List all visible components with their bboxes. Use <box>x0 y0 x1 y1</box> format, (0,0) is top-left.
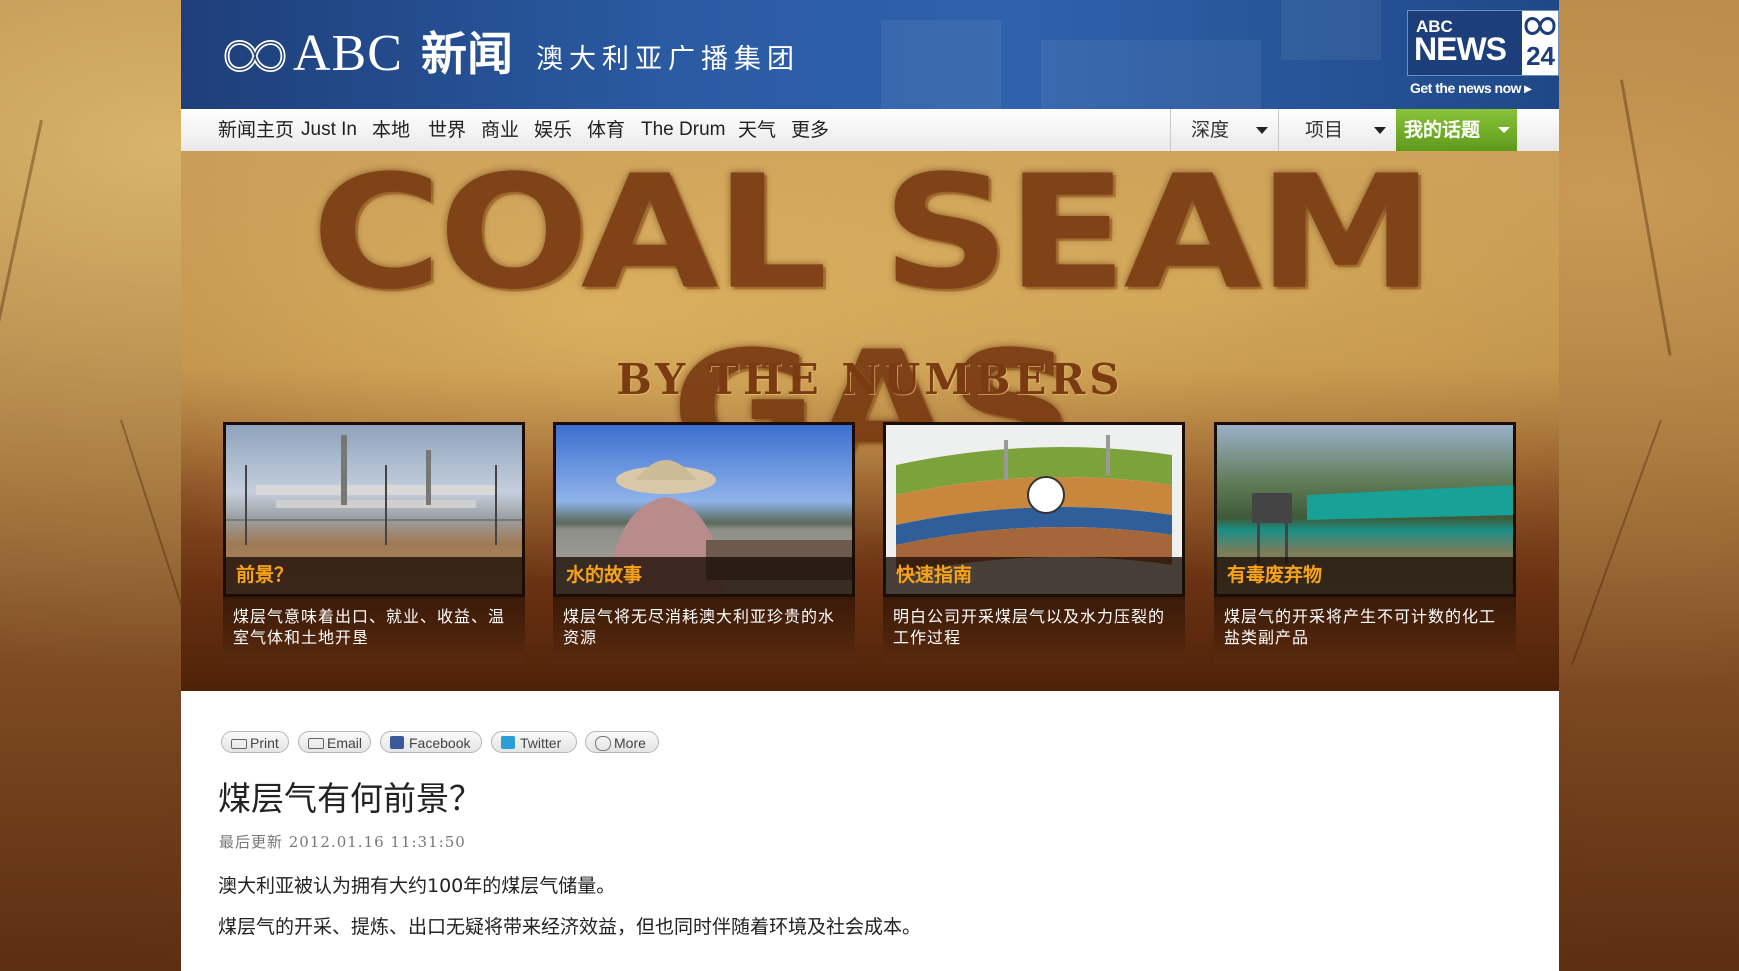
get-news-link[interactable]: Get the news now ▸ <box>1410 80 1531 97</box>
nav-more[interactable]: 更多 <box>791 118 829 142</box>
article-title: 煤层气有何前景？ <box>218 779 482 818</box>
twitter-icon <box>501 736 515 749</box>
more-share-button[interactable]: More <box>585 731 659 753</box>
nav-dropdown-depth-label: 深度 <box>1191 119 1230 141</box>
news24-news: NEWS <box>1414 31 1507 67</box>
facebook-button[interactable]: Facebook <box>380 731 482 753</box>
print-button[interactable]: Print <box>221 731 289 753</box>
page: ABC 新闻 澳大利亚广播集团 ABC NEWS 24 Get the news… <box>181 0 1559 971</box>
nav-the-drum[interactable]: The Drum <box>641 118 725 142</box>
news24-number: 24 <box>1526 41 1555 71</box>
card-description: 煤层气将无尽消耗澳大利亚珍贵的水资源 <box>563 607 836 647</box>
nav-dropdown-depth[interactable]: 深度 <box>1170 109 1278 151</box>
nav-local[interactable]: 本地 <box>372 118 410 142</box>
card-label: 前景？ <box>236 564 294 586</box>
feature-card-prospects[interactable]: 前景？ 煤层气意味着出口、就业、收益、温室气体和土地开垦 <box>223 422 525 664</box>
feature-banner: COAL SEAM GAS BY THE NUMBERS 前景？ 煤层气意味着出… <box>181 151 1559 691</box>
article-paragraph: 煤层气的开采、提炼、出口无疑将带来经济效益，但也同时伴随着环境及社会成本。 <box>218 916 922 938</box>
nav-world[interactable]: 世界 <box>428 118 466 142</box>
card-description: 煤层气意味着出口、就业、收益、温室气体和土地开垦 <box>233 607 506 647</box>
share-icon <box>595 736 611 751</box>
nav-home[interactable]: 新闻主页 <box>218 118 294 142</box>
card-label: 水的故事 <box>566 564 643 586</box>
last-updated: 最后更新 2012.01.16 11:31:50 <box>219 833 466 851</box>
site-header: ABC 新闻 澳大利亚广播集团 ABC NEWS 24 Get the news… <box>181 0 1559 109</box>
twitter-button[interactable]: Twitter <box>491 731 577 753</box>
my-topics-button[interactable]: 我的话题 <box>1396 109 1517 151</box>
feature-card-toxic-waste[interactable]: 有毒废弃物 煤层气的开采将产生不可计数的化工盐类副产品 <box>1214 422 1516 664</box>
feature-card-quick-guide[interactable]: 快速指南 明白公司开采煤层气以及水力压裂的工作过程 <box>883 422 1185 664</box>
feature-card-water[interactable]: 水的故事 煤层气将无尽消耗澳大利亚珍贵的水资源 <box>553 422 855 664</box>
nav-sport[interactable]: 体育 <box>587 118 625 142</box>
facebook-icon <box>390 736 404 749</box>
printer-icon <box>231 739 247 749</box>
nav-just-in[interactable]: Just In <box>301 118 357 142</box>
brand-news-cn[interactable]: 新闻 <box>421 22 513 86</box>
nav-business[interactable]: 商业 <box>481 118 519 142</box>
card-label: 有毒废弃物 <box>1227 564 1323 586</box>
banner-subtitle: BY THE NUMBERS <box>616 355 1124 404</box>
news24-logo[interactable]: ABC NEWS 24 <box>1407 10 1559 76</box>
chevron-down-icon <box>1374 127 1386 134</box>
chevron-down-icon <box>1498 127 1510 133</box>
nav-dropdown-programs[interactable]: 项目 <box>1278 109 1396 151</box>
main-nav: 新闻主页 Just In 本地 世界 商业 娱乐 体育 The Drum 天气 … <box>181 109 1559 152</box>
article-content: Print Email Facebook Twitter More 煤层气有何前… <box>181 691 1559 971</box>
news24-badge: 24 <box>1522 11 1558 75</box>
article-paragraph: 澳大利亚被认为拥有大约100年的煤层气储量。 <box>218 875 616 897</box>
chevron-down-icon <box>1256 127 1268 134</box>
nav-entertainment[interactable]: 娱乐 <box>534 118 572 142</box>
nav-weather[interactable]: 天气 <box>738 118 776 142</box>
my-topics-label: 我的话题 <box>1404 119 1481 141</box>
nav-dropdown-programs-label: 项目 <box>1305 119 1344 141</box>
card-label: 快速指南 <box>896 564 973 586</box>
envelope-icon <box>308 738 324 749</box>
abc-mini-logo-icon <box>1524 17 1556 35</box>
brand-name[interactable]: ABC <box>293 22 403 86</box>
abc-logo-icon[interactable] <box>223 30 287 82</box>
email-button[interactable]: Email <box>298 731 371 753</box>
brand-subtitle: 澳大利亚广播集团 <box>536 44 800 75</box>
card-description: 煤层气的开采将产生不可计数的化工盐类副产品 <box>1224 607 1497 647</box>
card-description: 明白公司开采煤层气以及水力压裂的工作过程 <box>893 607 1166 647</box>
